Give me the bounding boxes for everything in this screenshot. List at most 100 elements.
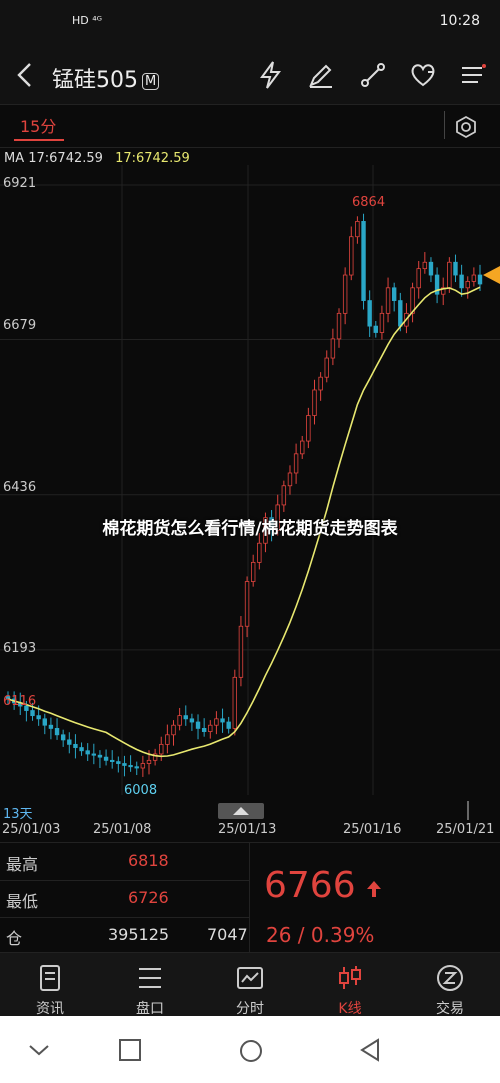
nav-label: 分时 [236,1001,264,1017]
trendline-icon[interactable] [358,60,388,90]
chart-toolbar: 15分 [0,105,500,148]
page-title: 锰硅505 M [52,62,160,94]
candle-body [85,750,90,755]
candle-body [146,759,152,764]
nav-trade[interactable]: 交易 [400,953,500,1017]
nav-label: 盘口 [136,1001,164,1017]
period-selector[interactable]: 15分 [20,113,56,137]
candle-body [312,389,317,416]
candle-body [398,300,403,327]
candle-body [220,718,225,723]
bottom-nav: 资讯 盘口 分时 K线 交易 [0,952,500,1017]
favorite-heart-icon[interactable] [408,60,438,90]
menu-icon[interactable] [458,60,488,90]
quote-panel: 最高 6818 最低 6726 仓 395125 7047 6766 26 / … [0,842,500,953]
instrument-name: 锰硅505 [52,68,138,93]
candle-body [36,715,41,720]
clock: 10:28 [439,13,480,29]
status-bar: HD ⁴ᴳ 10:28 [0,0,500,46]
candle-body [447,261,452,289]
candle-body [422,261,428,270]
candle-body [250,561,256,582]
candle-body [201,728,207,733]
candle-body [324,357,329,378]
news-icon [40,965,60,991]
candle-body [293,453,299,474]
candle-body [459,274,464,289]
candle-body [453,261,458,276]
kline-chart[interactable] [0,165,500,820]
candle-body [97,754,103,758]
flash-icon[interactable] [256,60,286,90]
y-axis-label: 6436 [3,480,37,495]
system-nav-bar [0,1016,500,1083]
left-value-annotation: 6116 [3,694,37,709]
candle-body [385,287,391,314]
quote-divider [249,843,250,953]
candlestick-icon [339,966,361,989]
open-interest-label: 仓 [6,929,23,948]
system-back-icon[interactable] [358,1038,382,1062]
candle-body [318,376,323,391]
nav-timeshare[interactable]: 分时 [200,953,300,1017]
candle-body [208,724,213,733]
date-label: 25/01/03 [2,822,61,837]
candle-body [165,734,170,745]
nav-label: 交易 [436,1001,464,1017]
candle-body [189,718,195,723]
system-hide-icon[interactable] [26,1038,52,1062]
period-underline [14,139,64,141]
draw-pen-icon[interactable] [306,60,336,90]
open-interest-value: 395125 [108,925,170,944]
candle-body [134,766,139,769]
candle-body [477,274,483,285]
ma-label: MA 17:6742.59 [4,151,103,166]
candle-body [30,710,35,717]
date-label: 25/01/13 [218,822,277,837]
candle-body [226,721,231,729]
candle-body [238,625,244,678]
system-home-icon[interactable] [238,1038,264,1064]
date-label: 25/01/21 [436,822,495,837]
candle-body [300,440,305,455]
candle-body [367,300,372,327]
candle-body [91,753,97,756]
candle-body [336,312,342,340]
ma-legend: MA 17:6742.59 17:6742.59 [4,151,190,166]
nav-orderbook[interactable]: 盘口 [100,953,200,1017]
candle-body [183,715,188,720]
y-axis-label: 6679 [3,318,37,333]
high-value: 6818 [128,851,169,870]
candle-body [342,274,348,314]
price-change: 26 / 0.39% [266,923,375,947]
date-label: 25/01/16 [343,822,402,837]
candle-body [244,581,250,627]
days-count: 13天 [3,807,33,822]
back-icon[interactable] [10,60,40,90]
high-annotation: 6864 [352,195,386,210]
toolbar-divider [444,111,445,139]
nav-news[interactable]: 资讯 [0,953,100,1017]
date-label: 25/01/08 [93,822,152,837]
candle-body [361,220,366,301]
main-contract-badge: M [142,72,160,90]
nav-kline[interactable]: K线 [300,953,400,1017]
candle-body [471,274,477,282]
candle-body [60,734,66,741]
low-value: 6726 [128,888,169,907]
settings-icon[interactable] [454,115,478,139]
last-price: 6766 [264,865,356,906]
candle-body [122,763,127,766]
up-arrow-icon [367,881,381,897]
system-recents-icon[interactable] [118,1038,142,1062]
candle-body [73,743,78,748]
candle-body [103,756,109,761]
candle-body [54,728,60,736]
candle-body [281,485,287,506]
candle-body [42,718,47,726]
network-indicator: HD ⁴ᴳ [72,14,103,27]
y-axis-label: 6921 [3,176,37,191]
app-header: 锰硅505 M [0,46,500,105]
candle-body [349,236,354,276]
candle-body [177,715,182,726]
